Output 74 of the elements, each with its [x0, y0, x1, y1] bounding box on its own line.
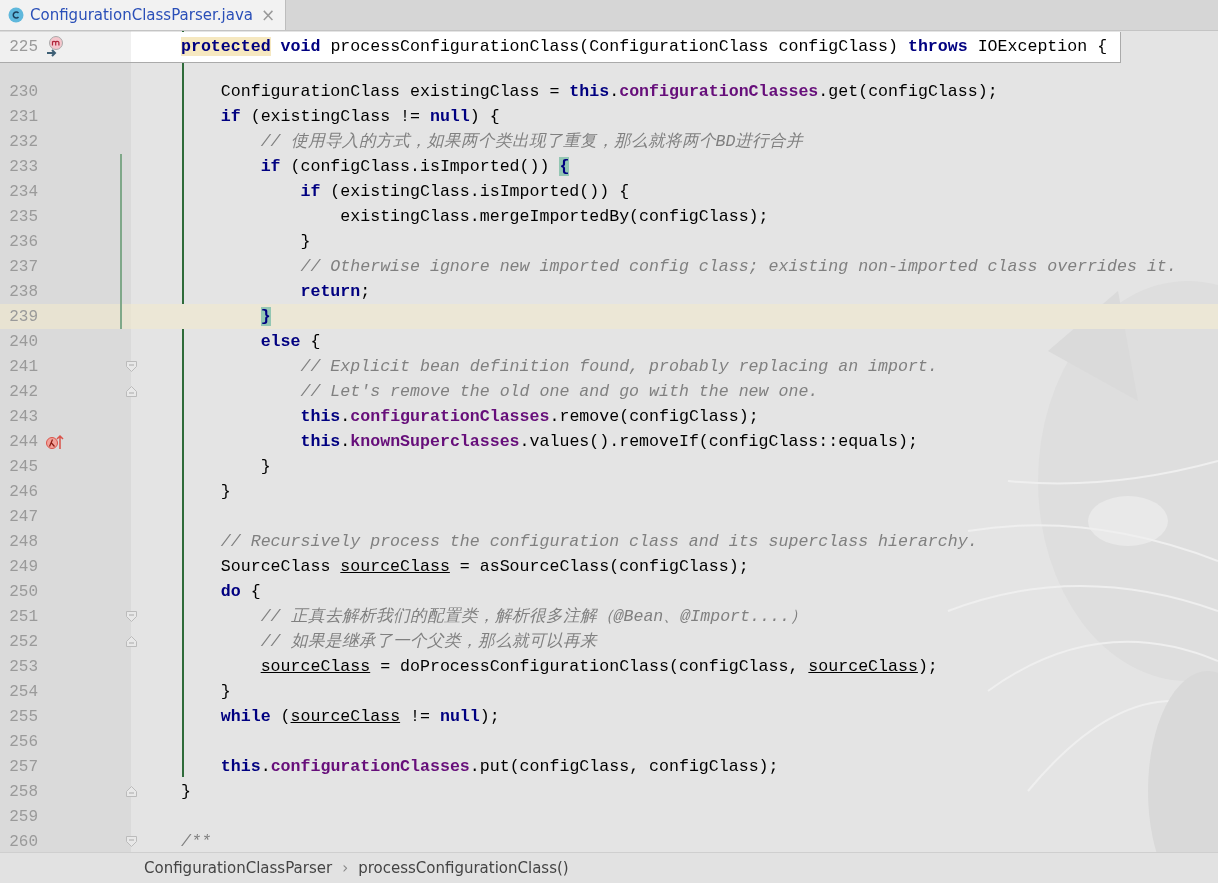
- code-line: if (existingClass != null) {: [220, 106, 500, 128]
- code-line: protected void processConfigurationClass(ConfigurationClass configClass) throws IOException {: [181, 36, 1108, 58]
- line-number: 238: [8, 282, 38, 301]
- code-line: else {: [260, 331, 321, 353]
- code-line: while (sourceClass != null);: [220, 706, 500, 728]
- line-number: 236: [8, 232, 38, 251]
- line-number: 240: [8, 332, 38, 351]
- line-number: 231: [8, 107, 38, 126]
- code-line: existingClass.mergeImportedBy(configClass);: [340, 206, 769, 228]
- line-number: 235: [8, 207, 38, 226]
- line-number: 250: [8, 582, 38, 601]
- line-number: 248: [8, 532, 38, 551]
- line-number: 243: [8, 407, 38, 426]
- line-number: 257: [8, 757, 38, 776]
- code-line: // Recursively process the configuration class and its superclass hierarchy.: [220, 531, 978, 553]
- code-line: do {: [220, 581, 261, 603]
- code-line: this.knownSuperclasses.values().removeIf(configClass::equals);: [300, 431, 918, 453]
- tab-title[interactable]: ConfigurationClassParser.java: [30, 6, 253, 24]
- code-line: }: [300, 231, 311, 253]
- code-line: this.configurationClasses.put(configClass, configClass);: [220, 756, 779, 778]
- line-number: 230: [8, 82, 38, 101]
- breadcrumb-item[interactable]: processConfigurationClass(): [358, 859, 569, 877]
- fold-icon[interactable]: [126, 786, 137, 797]
- breadcrumb-separator: ›: [342, 859, 349, 877]
- fold-icon[interactable]: [126, 611, 137, 622]
- line-number: 241: [8, 357, 38, 376]
- code-line: // 如果是继承了一个父类，那么就可以再来: [260, 631, 597, 653]
- line-number: 233: [8, 157, 38, 176]
- line-number: 237: [8, 257, 38, 276]
- line-number: 249: [8, 557, 38, 576]
- fold-icon[interactable]: [126, 636, 137, 647]
- code-line: /**: [181, 831, 211, 852]
- line-number: 258: [8, 782, 38, 801]
- code-line: sourceClass = doProcessConfigurationClass(configClass, sourceClass);: [260, 656, 938, 678]
- fold-icon[interactable]: [126, 386, 137, 397]
- code-line: if (existingClass.isImported()) {: [300, 181, 630, 203]
- line-number: 245: [8, 457, 38, 476]
- line-number: 242: [8, 382, 38, 401]
- line-number: 255: [8, 707, 38, 726]
- code-line: ConfigurationClass existingClass = this.configurationClasses.get(configClass);: [220, 81, 998, 103]
- line-number: 225: [8, 38, 38, 56]
- line-number: 260: [8, 832, 38, 851]
- line-number: 254: [8, 682, 38, 701]
- fold-icon[interactable]: [126, 836, 137, 847]
- line-number: 247: [8, 507, 38, 526]
- code-line: }: [260, 456, 271, 478]
- code-line: this.configurationClasses.remove(configClass);: [300, 406, 759, 428]
- line-number: 244: [8, 432, 38, 451]
- code-line: }: [181, 781, 191, 803]
- code-line: SourceClass sourceClass = asSourceClass(configClass);: [220, 556, 749, 578]
- line-number: 234: [8, 182, 38, 201]
- class-icon: [8, 7, 24, 23]
- line-number: 253: [8, 657, 38, 676]
- line-number: 256: [8, 732, 38, 751]
- line-number: 246: [8, 482, 38, 501]
- lambda-icon: [46, 433, 64, 450]
- code-line: // Otherwise ignore new imported config class; existing non-imported class overrides it.: [300, 256, 1177, 278]
- method-override-icon: [46, 36, 64, 58]
- line-number: 252: [8, 632, 38, 651]
- code-line: // Let's remove the old one and go with the new one.: [300, 381, 819, 403]
- code-line: if (configClass.isImported()) {: [260, 156, 570, 178]
- line-number: 239: [8, 307, 38, 326]
- code-line: // 正真去解析我们的配置类，解析很多注解（@Bean、@Import....）: [260, 606, 807, 628]
- breadcrumb-item[interactable]: ConfigurationClassParser: [144, 859, 333, 877]
- fold-icon[interactable]: [126, 361, 137, 372]
- editor-tab[interactable]: ConfigurationClassParser.java ×: [0, 0, 287, 30]
- code-line: return;: [300, 281, 371, 303]
- code-line: }: [220, 681, 231, 703]
- code-line: // 使用导入的方式，如果两个类出现了重复，那么就将两个BD进行合并: [260, 131, 804, 153]
- code-line: }: [220, 481, 231, 503]
- code-line: // Explicit bean definition found, probably replacing an import.: [300, 356, 938, 378]
- line-number: 232: [8, 132, 38, 151]
- line-number: 259: [8, 807, 38, 826]
- line-number: 251: [8, 607, 38, 626]
